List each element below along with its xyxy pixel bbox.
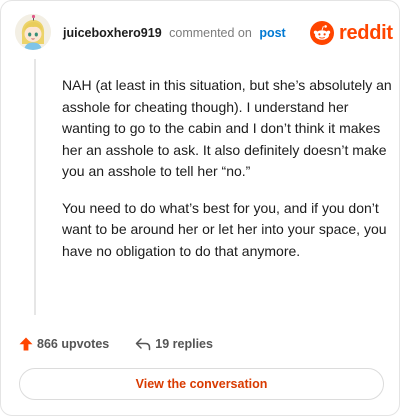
- comment-paragraph: You need to do what’s best for you, and …: [62, 199, 387, 259]
- comment-body: NAH (at least in this situation, but she…: [62, 75, 392, 277]
- username-link[interactable]: juiceboxhero919: [63, 26, 162, 40]
- comment-meta: juiceboxhero919 commented on post: [63, 26, 286, 41]
- post-link[interactable]: post: [259, 26, 285, 40]
- reddit-brand[interactable]: reddit: [310, 21, 393, 45]
- comment-header: juiceboxhero919 commented on post reddit: [1, 1, 400, 65]
- upvote-button[interactable]: 866 upvotes: [19, 337, 109, 351]
- view-conversation-button[interactable]: View the conversation: [19, 368, 384, 400]
- commented-on-text: commented on: [169, 26, 252, 40]
- comment-actions: 866 upvotes 19 replies: [19, 335, 213, 353]
- upvote-arrow-icon: [19, 337, 33, 351]
- comment-paragraph: NAH (at least in this situation, but she…: [62, 77, 392, 179]
- reply-count: 19 replies: [155, 337, 213, 351]
- comment-card: juiceboxhero919 commented on post reddit…: [0, 0, 400, 416]
- reddit-logo-icon: [310, 21, 334, 45]
- reply-arrow-icon: [136, 338, 151, 351]
- upvote-count: 866 upvotes: [37, 337, 110, 351]
- thread-line: [34, 59, 36, 315]
- avatar-icon[interactable]: [15, 14, 51, 50]
- reddit-wordmark: reddit: [339, 22, 393, 44]
- replies-button[interactable]: 19 replies: [135, 337, 213, 351]
